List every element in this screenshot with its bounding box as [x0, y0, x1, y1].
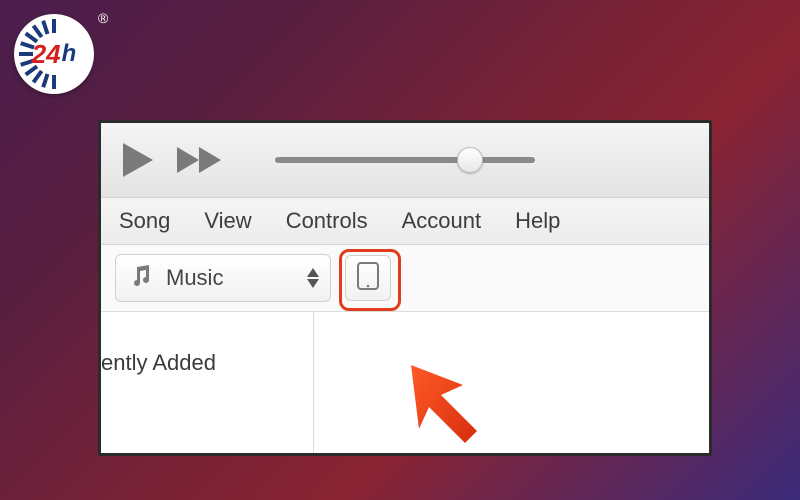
watermark-h: h	[62, 40, 77, 68]
main-area: ently Added	[101, 312, 709, 456]
stepper-icon[interactable]	[306, 268, 320, 288]
watermark-24: 24	[32, 39, 61, 70]
menu-view[interactable]: View	[204, 208, 251, 234]
menu-help[interactable]: Help	[515, 208, 560, 234]
volume-slider[interactable]	[275, 148, 535, 172]
ipad-icon	[357, 262, 379, 295]
slider-track	[275, 157, 535, 163]
library-label: Music	[166, 265, 223, 291]
play-icon[interactable]	[121, 141, 155, 179]
itunes-window: Song View Controls Account Help Music	[98, 120, 712, 456]
sidebar: ently Added	[101, 312, 314, 456]
app-background: 24h ® Song View Controls Account Help	[0, 0, 800, 500]
content-pane	[314, 312, 709, 456]
fast-forward-icon[interactable]	[177, 145, 225, 175]
library-selector[interactable]: Music	[115, 254, 331, 302]
menu-account[interactable]: Account	[402, 208, 482, 234]
device-button[interactable]	[345, 255, 391, 301]
watermark-text: 24h	[19, 19, 89, 89]
slider-thumb[interactable]	[457, 147, 483, 173]
library-row: Music	[101, 245, 709, 312]
menu-controls[interactable]: Controls	[286, 208, 368, 234]
sidebar-item-recently-added[interactable]: ently Added	[101, 346, 313, 380]
playback-toolbar	[101, 123, 709, 198]
music-note-icon	[130, 264, 152, 293]
menu-song[interactable]: Song	[119, 208, 170, 234]
registered-mark: ®	[98, 10, 108, 26]
watermark-logo: 24h	[14, 14, 94, 94]
menu-bar: Song View Controls Account Help	[101, 198, 709, 245]
